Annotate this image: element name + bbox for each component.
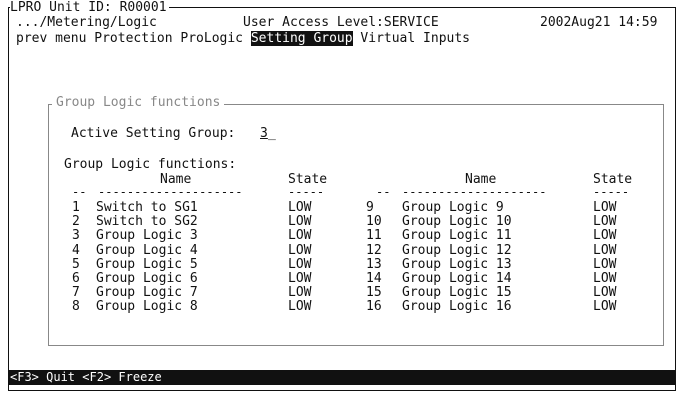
row-number: 15 <box>366 285 382 301</box>
row-number: 5 <box>72 256 80 272</box>
row-name: Group Logic 11 <box>402 228 512 244</box>
menu-prologic[interactable]: ProLogic <box>180 31 243 46</box>
row-number: 6 <box>72 271 80 286</box>
row-name: Group Logic 16 <box>402 299 512 315</box>
row-name: Group Logic 9 <box>402 200 504 215</box>
freeze-key[interactable]: <F2> Freeze <box>82 370 161 384</box>
unit-title: LPRO Unit ID: R00001 <box>10 0 169 15</box>
row-state: LOW <box>288 228 312 244</box>
row-name: Group Logic 15 <box>402 285 512 301</box>
active-setting-group-label: Active Setting Group: <box>71 126 236 141</box>
row-number: 7 <box>72 285 80 301</box>
quit-key[interactable]: <F3> Quit <box>10 370 75 384</box>
row-number: 10 <box>366 214 382 230</box>
menu-protection[interactable]: Protection <box>94 31 172 46</box>
menu-prev[interactable]: prev menu <box>16 31 86 46</box>
row-state: LOW <box>593 299 617 315</box>
row-state: LOW <box>288 285 312 301</box>
row-number: 4 <box>72 242 80 258</box>
menu-bar: prev menu Protection ProLogic Setting Gr… <box>16 31 470 46</box>
row-number: 3 <box>72 228 80 244</box>
menu-setting-group[interactable]: Setting Group <box>250 31 353 46</box>
row-state: LOW <box>288 299 312 315</box>
row-number: 11 <box>366 228 382 244</box>
row-number: 12 <box>366 242 382 258</box>
divider-num-left: -- <box>72 185 87 199</box>
row-state: LOW <box>593 228 617 244</box>
row-name: Group Logic 8 <box>96 299 198 315</box>
row-state: LOW <box>593 285 617 301</box>
functions-list-label: Group Logic functions: <box>64 157 237 172</box>
row-state: LOW <box>288 200 312 215</box>
row-name: Group Logic 6 <box>96 271 198 286</box>
row-number: 1 <box>72 200 80 215</box>
active-setting-group-field[interactable]: 3 <box>260 126 268 141</box>
row-name: Group Logic 7 <box>96 285 198 301</box>
divider-num-right: -- <box>376 185 391 199</box>
row-name: Group Logic 13 <box>402 256 512 272</box>
row-name: Group Logic 12 <box>402 242 512 258</box>
row-name: Group Logic 10 <box>402 214 512 230</box>
row-name: Group Logic 5 <box>96 256 198 272</box>
divider-name-left: -------------------- <box>98 185 243 199</box>
breadcrumb: .../Metering/Logic <box>16 15 157 30</box>
row-name: Group Logic 4 <box>96 242 198 258</box>
row-number: 16 <box>366 299 382 315</box>
status-bar: <F3> Quit <F2> Freeze <box>8 370 676 385</box>
row-state: LOW <box>593 256 617 272</box>
panel-legend: Group Logic functions <box>52 95 225 110</box>
row-number: 9 <box>366 200 374 215</box>
row-state: LOW <box>288 271 312 286</box>
row-number: 8 <box>72 299 80 315</box>
row-name: Switch to SG2 <box>96 214 198 230</box>
row-name: Group Logic 3 <box>96 228 198 244</box>
menu-virtual-inputs[interactable]: Virtual Inputs <box>360 31 470 46</box>
row-number: 14 <box>366 271 382 286</box>
row-state: LOW <box>593 271 617 286</box>
row-state: LOW <box>593 200 617 215</box>
row-state: LOW <box>593 214 617 230</box>
divider-state-right: ----- <box>593 185 630 199</box>
terminal-screen: LPRO Unit ID: R00001 .../Metering/Logic … <box>0 0 680 396</box>
row-state: LOW <box>288 242 312 258</box>
row-state: LOW <box>593 242 617 258</box>
row-number: 13 <box>366 256 382 272</box>
row-name: Switch to SG1 <box>96 200 198 215</box>
text-cursor: _ <box>268 126 276 141</box>
access-level: User Access Level:SERVICE <box>243 15 439 30</box>
divider-state-left: ----- <box>288 185 325 199</box>
divider-name-right: -------------------- <box>402 185 547 199</box>
row-number: 2 <box>72 214 80 230</box>
datetime: 2002Aug21 14:59 <box>540 15 658 30</box>
row-state: LOW <box>288 256 312 272</box>
row-name: Group Logic 14 <box>402 271 512 286</box>
row-state: LOW <box>288 214 312 230</box>
